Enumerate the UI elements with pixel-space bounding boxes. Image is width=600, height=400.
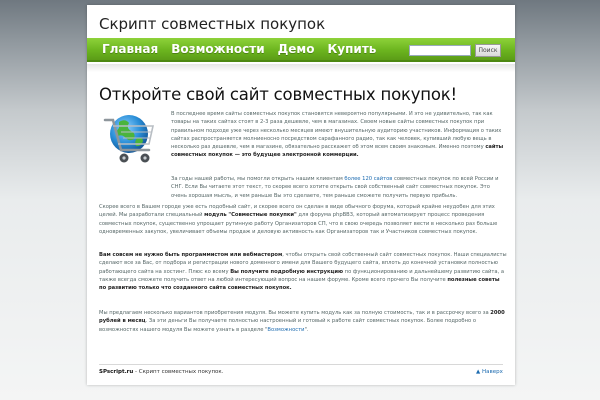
intro-paragraph: В последнее время сайты совместных покуп… bbox=[171, 111, 504, 159]
shopping-cart-globe-icon bbox=[103, 115, 154, 163]
nav-menu: Главная Возможности Демо Купить bbox=[102, 42, 389, 56]
nav-divider bbox=[87, 64, 515, 72]
features-link[interactable]: Возможности bbox=[267, 327, 304, 333]
nav-item-home[interactable]: Главная bbox=[102, 42, 158, 56]
search-input[interactable] bbox=[409, 45, 471, 56]
nav-item-demo[interactable]: Демо bbox=[278, 42, 315, 56]
pricing-paragraph: Мы предлагаем несколько вариантов приобр… bbox=[99, 310, 505, 333]
footer-divider bbox=[99, 364, 503, 365]
search-button[interactable]: Поиск bbox=[475, 44, 501, 57]
clients-paragraph: За годы нашей работы, мы помогли открыть… bbox=[171, 176, 499, 199]
site-title[interactable]: Скрипт совместных покупок bbox=[99, 15, 325, 33]
page-container: Скрипт совместных покупок Главная Возмож… bbox=[87, 5, 515, 385]
back-to-top-link[interactable]: ▲ Наверх bbox=[476, 369, 503, 375]
module-paragraph: Скорее всего в Вашем городе уже есть под… bbox=[99, 204, 498, 235]
sites-count-link[interactable]: более 120 сайтов bbox=[344, 176, 392, 182]
nav-item-buy[interactable]: Купить bbox=[328, 42, 377, 56]
page-heading: Откройте свой сайт совместных покупок! bbox=[99, 85, 457, 104]
footer-copyright: SPscript.ru - Скрипт совместных покупок. bbox=[99, 369, 224, 375]
services-paragraph: Вам совсем не нужно быть программистом и… bbox=[99, 252, 507, 292]
footer-site-name: SPscript.ru bbox=[99, 369, 134, 375]
main-navigation: Главная Возможности Демо Купить Поиск bbox=[87, 38, 515, 62]
nav-item-features[interactable]: Возможности bbox=[171, 42, 264, 56]
